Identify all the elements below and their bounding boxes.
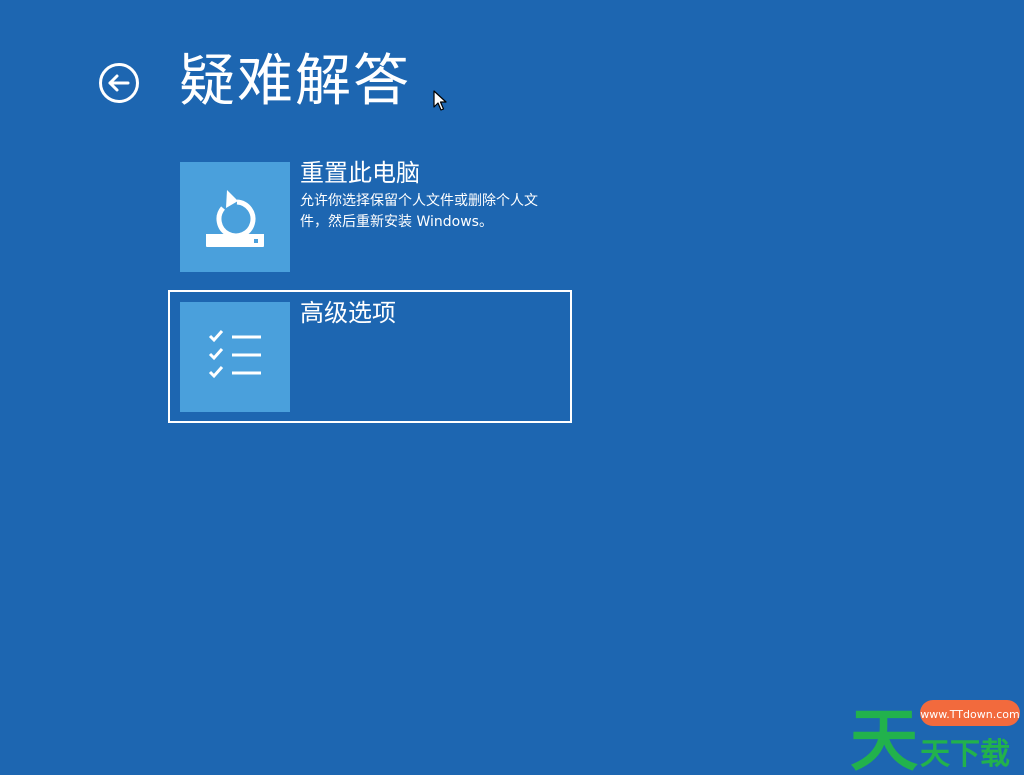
page-title: 疑难解答 bbox=[179, 49, 411, 114]
back-arrow-icon bbox=[99, 63, 139, 103]
reset-pc-icon bbox=[206, 190, 264, 247]
advanced-options-tile bbox=[180, 302, 290, 412]
svg-text:天下载: 天下载 bbox=[920, 737, 1010, 771]
advanced-options-option[interactable]: 高级选项 bbox=[168, 290, 572, 423]
brand-logo: 天 www.TTdown.com 天下载 bbox=[848, 692, 1024, 775]
mouse-cursor-icon bbox=[433, 90, 447, 111]
reset-pc-tile bbox=[180, 162, 290, 272]
svg-text:www.TTdown.com: www.TTdown.com bbox=[920, 708, 1019, 721]
reset-pc-option[interactable]: 重置此电脑 允许你选择保留个人文件或删除个人文件，然后重新安装 Windows。 bbox=[168, 150, 572, 282]
svg-text:天: 天 bbox=[850, 702, 918, 771]
back-button[interactable] bbox=[98, 62, 140, 104]
reset-pc-title: 重置此电脑 bbox=[300, 159, 420, 187]
advanced-options-title: 高级选项 bbox=[300, 299, 396, 327]
reset-pc-description: 允许你选择保留个人文件或删除个人文件，然后重新安装 Windows。 bbox=[300, 193, 538, 230]
checklist-icon bbox=[208, 330, 261, 379]
